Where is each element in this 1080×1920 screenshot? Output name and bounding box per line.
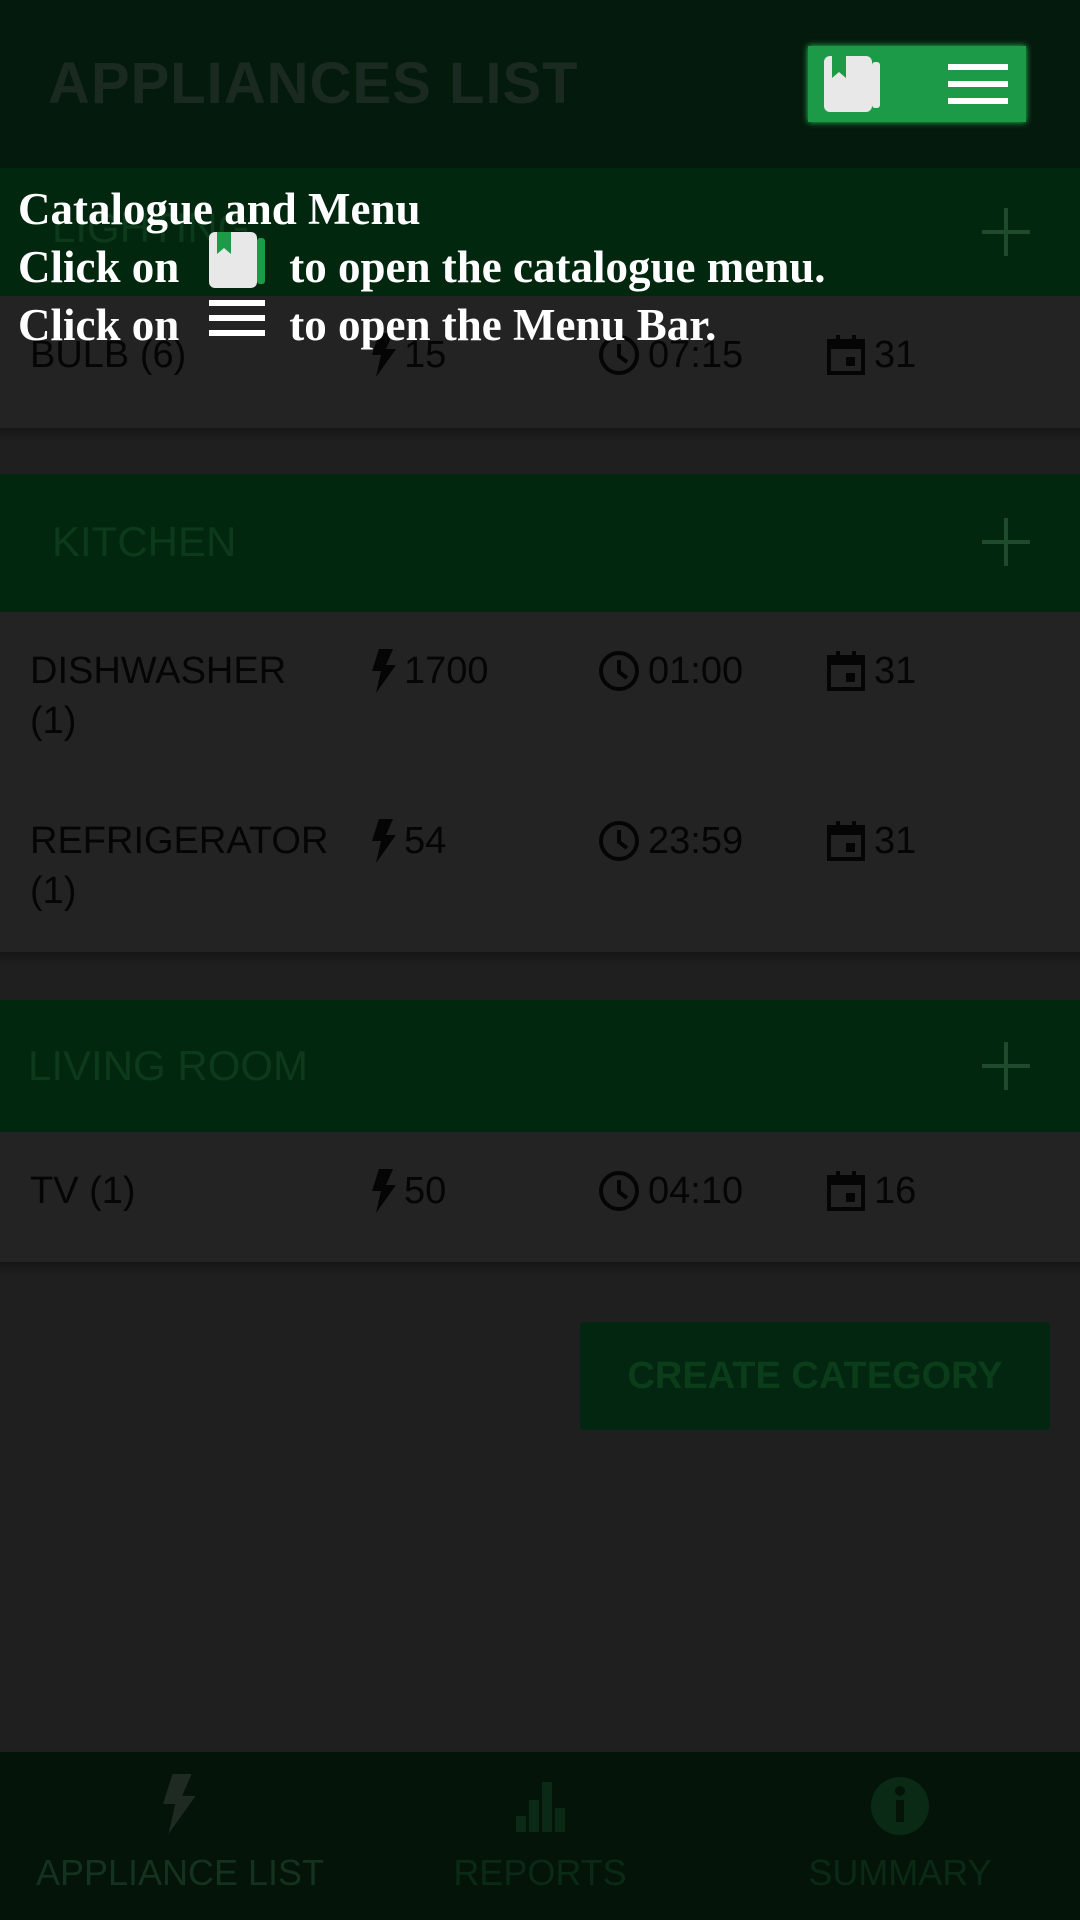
tutorial-title: Catalogue and Menu — [18, 184, 421, 234]
power-value: 54 — [404, 819, 447, 862]
calendar-icon — [827, 1171, 865, 1211]
create-category-button[interactable]: CREATE CATEGORY — [580, 1322, 1050, 1430]
appliance-name: REFRIGERATOR (1) — [30, 820, 329, 912]
power-stat: 1700 — [370, 646, 489, 696]
category-title: LIVING ROOM — [28, 1042, 309, 1089]
calendar-icon — [827, 821, 865, 861]
nav-label: APPLIANCE LIST — [35, 1852, 325, 1893]
category-header-kitchen[interactable]: KITCHEN — [0, 474, 1080, 612]
nav-label: SUMMARY — [808, 1852, 992, 1893]
time-stat: 23:59 — [598, 816, 743, 866]
bolt-icon — [163, 1774, 196, 1834]
book-icon — [207, 230, 267, 304]
bolt-icon — [372, 1169, 396, 1213]
days-value: 31 — [874, 819, 917, 862]
add-icon[interactable] — [982, 518, 1030, 566]
category-title: KITCHEN — [52, 518, 237, 565]
toolbar-highlight — [808, 46, 1026, 122]
bar-chart-icon — [516, 1782, 565, 1832]
appliance-name: DISHWASHER (1) — [30, 650, 287, 742]
nav-label: REPORTS — [453, 1852, 627, 1893]
time-value: 01:00 — [648, 649, 744, 692]
catalogue-button[interactable] — [822, 54, 882, 114]
clock-icon — [599, 821, 639, 861]
days-stat: 31 — [826, 816, 916, 866]
info-icon — [871, 1777, 929, 1835]
bottom-nav: APPLIANCE LIST REPORTS SUMMARY — [0, 1752, 1080, 1920]
nav-appliance-list[interactable]: APPLIANCE LIST — [0, 1752, 360, 1920]
clock-icon — [599, 651, 639, 691]
menu-button[interactable] — [948, 60, 1008, 108]
bolt-icon — [372, 649, 396, 693]
appliance-row[interactable]: REFRIGERATOR (1) 54 23:59 31 — [0, 782, 1080, 952]
tutorial-text: Click on — [18, 300, 180, 350]
bolt-icon — [372, 819, 396, 863]
divider — [0, 1262, 1080, 1276]
power-stat: 54 — [370, 816, 446, 866]
clock-icon — [599, 1171, 639, 1211]
tutorial-text: to open the catalogue menu. — [289, 242, 826, 292]
category-header-living-room[interactable]: LIVING ROOM — [0, 1000, 1080, 1132]
time-value: 04:10 — [648, 1169, 744, 1212]
tutorial-text: Click on — [18, 242, 180, 292]
hamburger-icon — [207, 296, 267, 354]
days-stat: 16 — [826, 1166, 916, 1216]
time-stat: 01:00 — [598, 646, 743, 696]
power-value: 1700 — [404, 649, 489, 692]
nav-reports[interactable]: REPORTS — [360, 1752, 720, 1920]
book-icon — [824, 56, 880, 112]
add-icon[interactable] — [982, 1042, 1030, 1090]
tutorial-line-menu: Click on to open the Menu Bar. — [18, 296, 1058, 354]
time-value: 23:59 — [648, 819, 744, 862]
power-value: 50 — [404, 1169, 447, 1212]
time-stat: 04:10 — [598, 1166, 743, 1216]
nav-summary[interactable]: SUMMARY — [720, 1752, 1080, 1920]
page-title: APPLIANCES LIST — [48, 51, 579, 116]
appliance-row[interactable]: DISHWASHER (1) 1700 01:00 31 — [0, 612, 1080, 782]
hamburger-icon — [948, 64, 1008, 104]
days-stat: 31 — [826, 646, 916, 696]
divider — [0, 952, 1080, 966]
tutorial-line-catalogue: Click on to open the catalogue menu. — [18, 232, 1058, 296]
appliance-name: TV (1) — [30, 1170, 136, 1212]
calendar-icon — [827, 651, 865, 691]
appliance-row[interactable]: TV (1) 50 04:10 16 — [0, 1132, 1080, 1262]
days-value: 31 — [874, 649, 917, 692]
divider — [0, 428, 1080, 442]
tutorial-tip: Catalogue and Menu Click on to open the … — [18, 180, 1058, 354]
days-value: 16 — [874, 1169, 917, 1212]
power-stat: 50 — [370, 1166, 446, 1216]
tutorial-text: to open the Menu Bar. — [289, 300, 717, 350]
